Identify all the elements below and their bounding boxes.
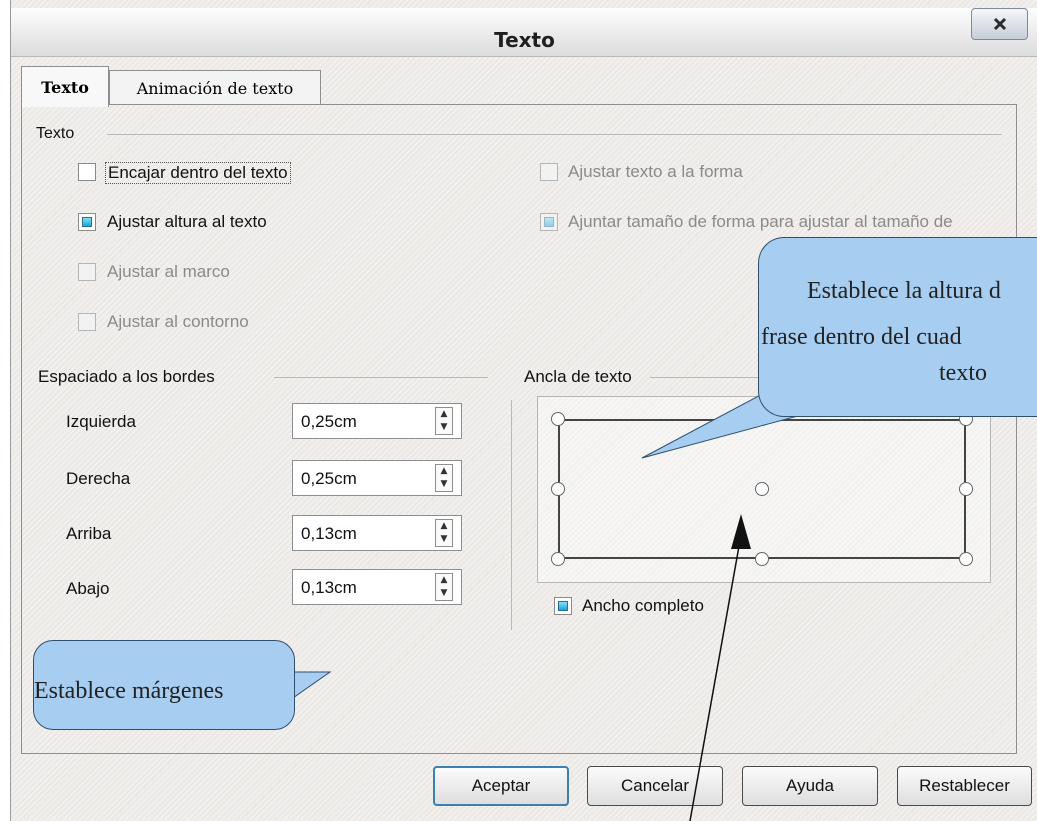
altura-callout-line2: frase dentro del cuad	[761, 324, 962, 350]
altura-callout: Establece la altura d frase dentro del c…	[758, 237, 1037, 417]
altura-callout-line1: Establece la altura d	[807, 278, 1001, 304]
altura-callout-line3: texto	[939, 360, 987, 386]
anchor-pointer-arrowhead	[731, 514, 751, 549]
margenes-callout-text: Establece márgenes	[34, 678, 224, 704]
anchor-pointer-line	[689, 534, 742, 821]
margenes-callout: Establece márgenes	[33, 640, 295, 730]
tab-texto[interactable]: Texto	[21, 66, 109, 107]
margenes-callout-tail	[289, 671, 332, 701]
